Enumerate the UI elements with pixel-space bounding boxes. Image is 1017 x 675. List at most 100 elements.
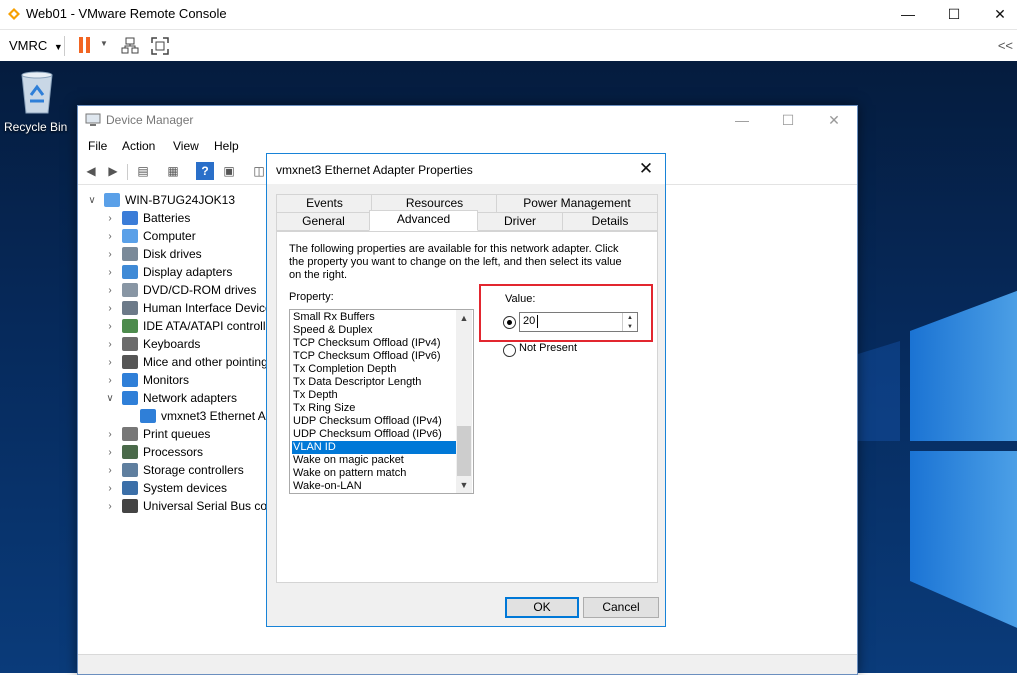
property-scrollbar[interactable]: ▲ ▼ — [456, 310, 472, 493]
tree-item-label: DVD/CD-ROM drives — [143, 283, 257, 297]
ok-button[interactable]: OK — [505, 597, 579, 618]
pause-icon[interactable] — [77, 37, 93, 54]
tree-root[interactable]: ∨ WIN-B7UG24JOK13 — [86, 191, 235, 209]
chevron-right-icon[interactable]: › — [104, 303, 116, 314]
chevron-right-icon[interactable]: › — [104, 465, 116, 476]
tree-item-label: Monitors — [143, 373, 190, 387]
tab-power-management[interactable]: Power Management — [496, 194, 658, 213]
network-devices-icon[interactable] — [121, 37, 139, 55]
tree-item[interactable]: › Storage controllers — [104, 461, 244, 479]
chevron-right-icon[interactable]: › — [104, 483, 116, 494]
maximize-icon[interactable]: ☐ — [931, 0, 977, 28]
collapse-sidebar-icon[interactable]: << — [998, 38, 1013, 53]
tree-item[interactable]: › IDE ATA/ATAPI controlle — [104, 317, 272, 335]
tree-item[interactable]: › Monitors — [104, 371, 189, 389]
tree-item[interactable]: › Keyboards — [104, 335, 200, 353]
scroll-down-icon[interactable]: ▼ — [456, 478, 472, 492]
tree-item-label: vmxnet3 Ethernet Ac — [161, 409, 272, 423]
tree-item[interactable]: › Batteries — [104, 209, 190, 227]
tree-item[interactable]: › Mice and other pointing — [104, 353, 268, 371]
property-item[interactable]: Tx Depth — [292, 389, 456, 402]
menu-file[interactable]: File — [88, 139, 107, 153]
chevron-down-icon[interactable]: ∨ — [86, 195, 98, 206]
update-driver-icon[interactable]: ▣ — [220, 162, 238, 180]
recycle-bin-label[interactable]: Recycle Bin — [4, 120, 67, 134]
dm-close-icon[interactable]: ✕ — [811, 106, 857, 134]
tree-item[interactable]: ∨ Network adapters — [104, 389, 237, 407]
tree-item[interactable]: › Computer — [104, 227, 196, 245]
vmware-logo-icon — [8, 8, 20, 20]
tree-item[interactable]: › System devices — [104, 479, 227, 497]
tree-item-label: Storage controllers — [143, 463, 244, 477]
chevron-right-icon[interactable]: › — [104, 375, 116, 386]
monitor-icon — [122, 373, 138, 387]
menu-help[interactable]: Help — [214, 139, 239, 153]
menu-view[interactable]: View — [173, 139, 199, 153]
chevron-right-icon[interactable]: › — [104, 249, 116, 260]
dialog-titlebar: vmxnet3 Ethernet Adapter Properties ✕ — [267, 154, 665, 184]
properties-icon[interactable]: ▦ — [164, 162, 182, 180]
chevron-down-icon[interactable]: ∨ — [104, 393, 116, 404]
property-item[interactable]: Small Rx Buffers — [292, 311, 456, 324]
tree-item[interactable]: › Processors — [104, 443, 203, 461]
show-hide-tree-icon[interactable]: ▤ — [134, 162, 152, 180]
chevron-right-icon[interactable]: › — [104, 429, 116, 440]
scroll-up-icon[interactable]: ▲ — [456, 311, 472, 325]
chevron-right-icon[interactable]: › — [104, 213, 116, 224]
fullscreen-icon[interactable] — [151, 37, 169, 55]
forward-arrow-icon[interactable]: ▶ — [104, 162, 122, 180]
power-dropdown-icon[interactable]: ▼ — [100, 39, 108, 48]
cancel-button[interactable]: Cancel — [583, 597, 659, 618]
vmrc-toolbar: VMRC ▼ ▼ << — [0, 29, 1017, 62]
tree-item-child[interactable]: vmxnet3 Ethernet Ac — [122, 407, 272, 425]
chevron-right-icon[interactable]: › — [104, 267, 116, 278]
minimize-icon[interactable]: — — [885, 0, 931, 28]
tab-details[interactable]: Details — [562, 212, 658, 231]
dvd-drive-icon — [122, 283, 138, 297]
chevron-right-icon[interactable]: › — [104, 285, 116, 296]
not-present-label[interactable]: Not Present — [519, 342, 577, 354]
dialog-close-icon[interactable]: ✕ — [631, 157, 661, 181]
property-item[interactable]: UDP Checksum Offload (IPv4) — [292, 415, 456, 428]
tree-item[interactable]: › DVD/CD-ROM drives — [104, 281, 256, 299]
chevron-right-icon[interactable]: › — [104, 447, 116, 458]
chevron-right-icon[interactable]: › — [104, 339, 116, 350]
tab-events[interactable]: Events — [276, 194, 373, 213]
property-listbox[interactable]: Small Rx Buffers Speed & Duplex TCP Checks… — [289, 309, 474, 494]
tree-item[interactable]: › Display adapters — [104, 263, 232, 281]
property-item[interactable]: Tx Completion Depth — [292, 363, 456, 376]
scroll-thumb[interactable] — [457, 426, 471, 476]
close-icon[interactable]: ✕ — [977, 0, 1017, 28]
property-item[interactable]: Speed & Duplex — [292, 324, 456, 337]
chevron-right-icon[interactable]: › — [104, 321, 116, 332]
chevron-right-icon[interactable]: › — [104, 231, 116, 242]
tree-item[interactable]: › Disk drives — [104, 245, 202, 263]
property-item[interactable]: Tx Data Descriptor Length — [292, 376, 456, 389]
tree-item[interactable]: › Universal Serial Bus cont — [104, 497, 277, 515]
property-item[interactable]: VLAN ID — [292, 441, 456, 454]
property-item[interactable]: UDP Checksum Offload (IPv6) — [292, 428, 456, 441]
tab-driver[interactable]: Driver — [476, 212, 564, 231]
property-item[interactable]: Tx Ring Size — [292, 402, 456, 415]
property-item[interactable]: Wake on pattern match — [292, 467, 456, 480]
tab-advanced[interactable]: Advanced — [369, 210, 478, 231]
menu-action[interactable]: Action — [122, 139, 155, 153]
property-item[interactable]: Wake on magic packet — [292, 454, 456, 467]
chevron-right-icon[interactable]: › — [104, 357, 116, 368]
property-item[interactable]: TCP Checksum Offload (IPv6) — [292, 350, 456, 363]
back-arrow-icon[interactable]: ◀ — [82, 162, 100, 180]
chevron-right-icon[interactable]: › — [104, 501, 116, 512]
property-item[interactable]: TCP Checksum Offload (IPv4) — [292, 337, 456, 350]
dialog-title: vmxnet3 Ethernet Adapter Properties — [276, 163, 473, 177]
property-item[interactable]: Wake-on-LAN — [292, 480, 456, 493]
not-present-radio[interactable] — [503, 344, 516, 357]
dm-minimize-icon[interactable]: — — [719, 106, 765, 134]
tree-item-label: Batteries — [143, 211, 191, 225]
dm-maximize-icon[interactable]: ☐ — [765, 106, 811, 134]
tree-item[interactable]: › Print queues — [104, 425, 210, 443]
recycle-bin-icon[interactable] — [16, 69, 58, 115]
help-icon[interactable]: ? — [196, 162, 214, 180]
tree-item[interactable]: › Human Interface Device — [104, 299, 272, 317]
vmrc-menu-button[interactable]: VMRC ▼ — [9, 38, 63, 53]
tab-general[interactable]: General — [276, 212, 371, 231]
